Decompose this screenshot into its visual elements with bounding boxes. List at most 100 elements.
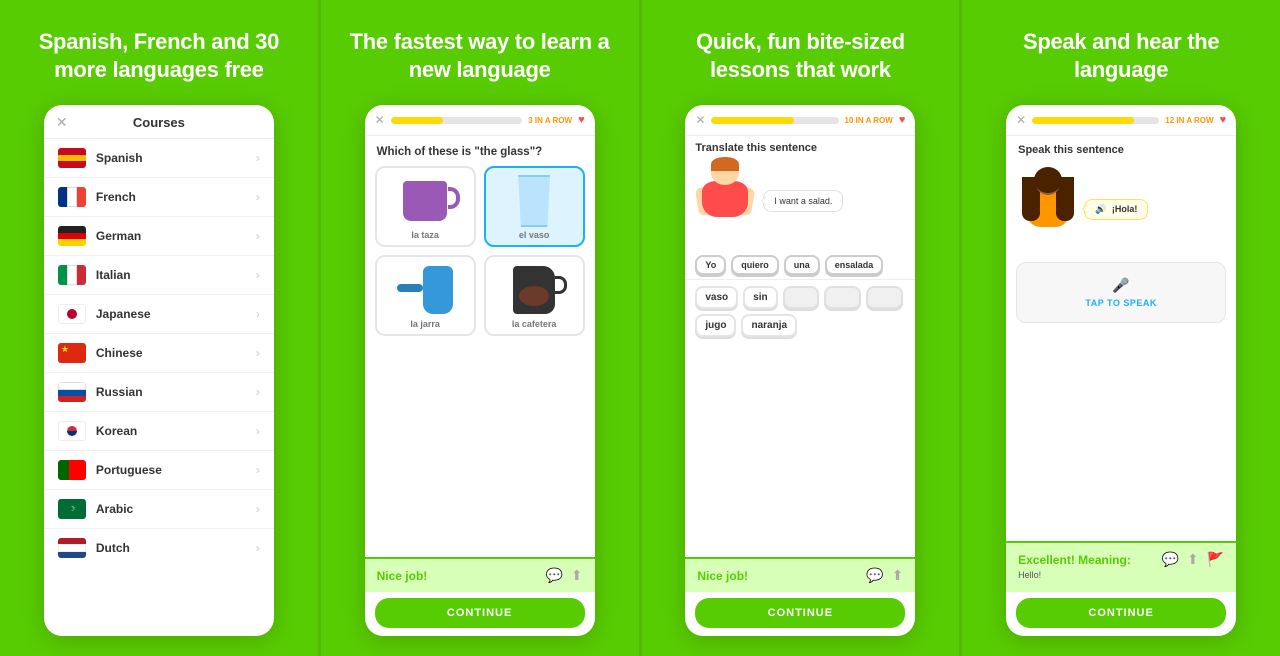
quiz-option-glass[interactable]: el vaso <box>484 166 585 247</box>
hola-text: ¡Hola! <box>1112 204 1138 214</box>
course-name-chinese: Chinese <box>96 346 256 360</box>
excellent-sub: Hello! <box>1018 570 1224 580</box>
panel-speak: Speak and hear the language ✕ 12 IN A RO… <box>959 0 1280 656</box>
share-icon-3[interactable]: ⬆ <box>892 567 904 584</box>
chip-quiero[interactable]: quiero <box>731 255 779 275</box>
flag-icon-4[interactable]: 🚩 <box>1207 551 1224 568</box>
progress-label-4: 12 IN A ROW <box>1165 116 1213 125</box>
course-item-dutch[interactable]: Dutch › <box>44 529 274 567</box>
coffeepot-label: la cafetera <box>512 319 557 329</box>
chevron-icon: › <box>256 307 260 321</box>
tap-to-speak: TAP TO SPEAK <box>1085 298 1157 308</box>
flag-it <box>58 265 86 285</box>
nice-job-text-3: Nice job! <box>697 569 748 583</box>
progress-label: 3 IN A ROW <box>528 116 572 125</box>
chip-blank-3: ___ <box>866 286 903 309</box>
course-name-japanese: Japanese <box>96 307 256 321</box>
speak-question-area: Speak this sentence 🔊 ¡Hola! <box>1006 136 1236 256</box>
chevron-icon: › <box>256 190 260 204</box>
panel3-title: Quick, fun bite-sized lessons that work <box>660 28 942 83</box>
flag-fr <box>58 187 86 207</box>
quiz-option-coffeepot[interactable]: la cafetera <box>484 255 585 336</box>
phone-mockup-1: ✕ Courses Spanish › <box>44 105 274 636</box>
answer-chips-row: Yo quiero una ensalada <box>685 251 915 280</box>
continue-button-4[interactable]: CONTINUE <box>1016 598 1226 628</box>
chip-vaso[interactable]: vaso <box>695 286 738 309</box>
chevron-icon: › <box>256 346 260 360</box>
panel-quiz: The fastest way to learn a new language … <box>318 0 639 656</box>
word-bank: vaso sin ___ ___ ___ jugo naranja <box>685 280 915 343</box>
course-name-korean: Korean <box>96 424 256 438</box>
heart-icon-3: ♥ <box>899 114 906 126</box>
feedback-icons-3: 💬 ⬆ <box>866 567 903 584</box>
speech-text: I want a salad. <box>774 196 832 206</box>
course-item-italian[interactable]: Italian › <box>44 256 274 295</box>
course-item-spanish[interactable]: Spanish › <box>44 139 274 178</box>
course-item-korean[interactable]: Korean › <box>44 412 274 451</box>
phone-mockup-4: ✕ 12 IN A ROW ♥ Speak this sentence <box>1006 105 1236 636</box>
excellent-row: Excellent! Meaning: 💬 ⬆ 🚩 <box>1018 551 1224 568</box>
excellent-title: Excellent! Meaning: <box>1018 553 1131 567</box>
chevron-icon: › <box>256 502 260 516</box>
chevron-icon: › <box>256 229 260 243</box>
quiz-option-mug[interactable]: la taza <box>375 166 476 247</box>
course-item-chinese[interactable]: ★ Chinese › <box>44 334 274 373</box>
heart-icon: ♥ <box>578 114 585 126</box>
chevron-icon: › <box>256 541 260 555</box>
course-item-portuguese[interactable]: Portuguese › <box>44 451 274 490</box>
quiz-question: Which of these is "the glass"? <box>365 136 595 166</box>
chat-icon-4[interactable]: 💬 <box>1162 551 1179 568</box>
close-icon[interactable]: ✕ <box>56 114 68 131</box>
progress-bar-4 <box>1032 117 1159 124</box>
glass-label: el vaso <box>519 230 550 240</box>
close-icon[interactable]: ✕ <box>375 113 385 127</box>
feedback-icons-4: 💬 ⬆ 🚩 <box>1162 551 1225 568</box>
progress-bar-3 <box>711 117 838 124</box>
course-name-french: French <box>96 190 256 204</box>
share-icon-4[interactable]: ⬆ <box>1187 551 1199 568</box>
feedback-icons: 💬 ⬆ <box>545 567 582 584</box>
course-item-japanese[interactable]: Japanese › <box>44 295 274 334</box>
speak-input-area[interactable]: 🎤 TAP TO SPEAK <box>1016 262 1226 323</box>
chat-icon[interactable]: 💬 <box>545 567 562 584</box>
coffeepot-image <box>506 265 562 315</box>
panel-translate: Quick, fun bite-sized lessons that work … <box>639 0 960 656</box>
course-name-russian: Russian <box>96 385 256 399</box>
pitcher-image <box>397 265 453 315</box>
quiz-options-grid: la taza el vaso la jarra <box>365 166 595 336</box>
quiz-top-bar-3: ✕ 10 IN A ROW ♥ <box>685 105 915 136</box>
chip-blank-2: ___ <box>824 286 861 309</box>
phone-mockup-3: ✕ 10 IN A ROW ♥ Translate this sentence <box>685 105 915 636</box>
progress-bar-fill-3 <box>711 117 794 124</box>
flag-cn: ★ <box>58 343 86 363</box>
flag-jp <box>58 304 86 324</box>
quiz-option-pitcher[interactable]: la jarra <box>375 255 476 336</box>
course-item-french[interactable]: French › <box>44 178 274 217</box>
quiz-top-bar-4: ✕ 12 IN A ROW ♥ <box>1006 105 1236 136</box>
chip-blank-1: ___ <box>783 286 820 309</box>
continue-button-3[interactable]: CONTINUE <box>695 598 905 628</box>
chip-naranja[interactable]: naranja <box>741 314 797 337</box>
continue-button[interactable]: CONTINUE <box>375 598 585 628</box>
share-icon[interactable]: ⬆ <box>571 567 583 584</box>
chip-ensalada[interactable]: ensalada <box>825 255 884 275</box>
chip-una[interactable]: una <box>784 255 820 275</box>
chip-sin[interactable]: sin <box>743 286 777 309</box>
chat-icon-3[interactable]: 💬 <box>866 567 883 584</box>
close-icon[interactable]: ✕ <box>1016 113 1026 127</box>
course-name-italian: Italian <box>96 268 256 282</box>
flag-kr <box>58 421 86 441</box>
chip-jugo[interactable]: jugo <box>695 314 736 337</box>
course-name-dutch: Dutch <box>96 541 256 555</box>
chevron-icon: › <box>256 463 260 477</box>
close-icon[interactable]: ✕ <box>695 113 705 127</box>
course-name-arabic: Arabic <box>96 502 256 516</box>
chip-yo[interactable]: Yo <box>695 255 726 275</box>
progress-label-3: 10 IN A ROW <box>845 116 893 125</box>
course-item-russian[interactable]: Russian › <box>44 373 274 412</box>
chevron-icon: › <box>256 424 260 438</box>
course-item-german[interactable]: German › <box>44 217 274 256</box>
course-item-arabic[interactable]: ☽ Arabic › <box>44 490 274 529</box>
chevron-icon: › <box>256 151 260 165</box>
nice-job-bar-3: Nice job! 💬 ⬆ <box>685 557 915 592</box>
